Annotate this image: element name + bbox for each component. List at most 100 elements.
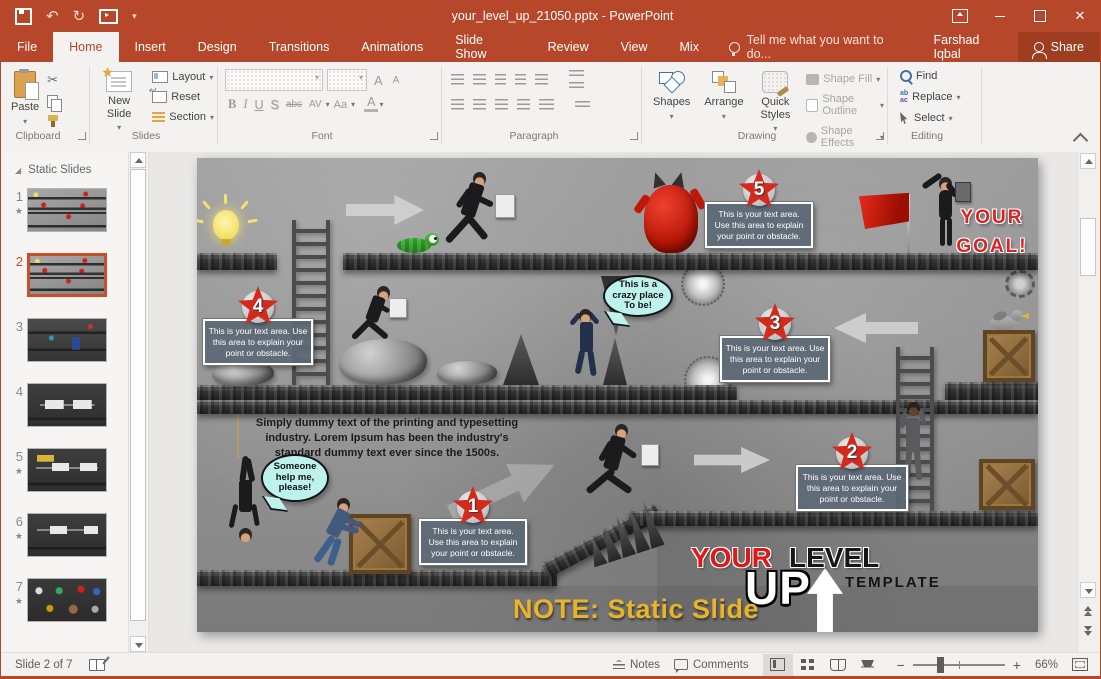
thumbnail-image-6[interactable]	[27, 513, 107, 557]
format-painter-button[interactable]	[47, 115, 59, 127]
save-icon[interactable]	[15, 7, 32, 25]
cut-button[interactable]: ✂	[47, 72, 59, 88]
zoom-in-button[interactable]: +	[1013, 658, 1021, 672]
fit-slide-to-window-button[interactable]	[1072, 658, 1088, 671]
close-button[interactable]: ✕	[1060, 0, 1100, 32]
minimize-button[interactable]	[980, 0, 1020, 32]
next-slide-button[interactable]	[1080, 624, 1096, 640]
slide-thumbnail-2[interactable]: 2	[1, 253, 148, 297]
undo-icon[interactable]: ↶	[46, 7, 59, 25]
previous-slide-button[interactable]	[1080, 604, 1096, 620]
comments-toggle[interactable]: Comments	[673, 659, 749, 673]
slide-sorter-view-button[interactable]	[793, 654, 823, 676]
collapse-ribbon-button[interactable]	[1072, 132, 1089, 149]
strikethrough-button[interactable]: abc	[283, 99, 305, 110]
thumbnail-image-5[interactable]	[27, 448, 107, 492]
replace-button[interactable]: ab ac Replace ▾	[897, 89, 981, 105]
zoom-slider[interactable]	[912, 656, 1005, 673]
convert-smartart-button[interactable]	[575, 101, 590, 108]
columns-button[interactable]	[539, 99, 554, 110]
scroll-up-button[interactable]	[1080, 153, 1096, 169]
slide-thumbnail-7[interactable]: 7 ★	[1, 578, 148, 622]
thumbnail-image-3[interactable]	[27, 318, 107, 362]
maximize-button[interactable]	[1020, 0, 1060, 32]
change-case-button[interactable]: Aa	[331, 99, 350, 111]
zoom-level[interactable]: 66%	[1035, 659, 1058, 671]
font-name-combo[interactable]	[225, 69, 323, 91]
thumbnail-image-2[interactable]	[27, 253, 107, 297]
paragraph-dialog-launcher[interactable]	[630, 132, 638, 140]
justify-button[interactable]	[517, 99, 530, 110]
scroll-down-button[interactable]	[1080, 582, 1096, 598]
speech-bubble-help-me[interactable]: Someone help me, please!	[261, 454, 329, 502]
tab-review[interactable]: Review	[532, 32, 605, 62]
slideshow-view-button[interactable]	[853, 654, 883, 676]
star-badge-3[interactable]: 3	[754, 303, 796, 343]
scroll-down-button[interactable]	[130, 636, 146, 652]
shrink-font-button[interactable]: A	[390, 75, 403, 86]
slide-thumbnail-1[interactable]: 1 ★	[1, 188, 148, 232]
share-button[interactable]: Share	[1017, 32, 1100, 62]
obstacle-textbox-1[interactable]: 1 This is your text area. Use this area …	[418, 486, 528, 567]
speech-bubble-crazy-place[interactable]: This is a crazy place To be!	[603, 275, 673, 317]
font-size-combo[interactable]	[327, 69, 367, 91]
decrease-indent-button[interactable]	[495, 74, 506, 85]
tab-mix[interactable]: Mix	[664, 32, 715, 62]
customize-qat-icon[interactable]: ▾	[132, 11, 137, 22]
layout-button[interactable]: Layout ▾	[149, 70, 217, 84]
font-dialog-launcher[interactable]	[430, 132, 438, 140]
scrollbar-thumb[interactable]	[130, 169, 146, 621]
tab-transitions[interactable]: Transitions	[253, 32, 346, 62]
select-button[interactable]: Select ▾	[897, 111, 981, 125]
your-goal-text[interactable]: YOUR GOAL!	[949, 203, 1035, 262]
redo-icon[interactable]: ↻	[73, 7, 86, 25]
star-badge-2[interactable]: 2	[831, 432, 873, 472]
line-spacing-button[interactable]	[535, 74, 548, 85]
slide-thumbnail-3[interactable]: 3	[1, 318, 148, 362]
align-text-button[interactable]	[569, 82, 584, 89]
shape-fill-button[interactable]: Shape Fill ▾	[803, 72, 887, 86]
clipboard-dialog-launcher[interactable]	[78, 132, 86, 140]
logo-template[interactable]: TEMPLATE	[845, 574, 941, 591]
text-direction-button[interactable]	[569, 70, 584, 77]
reading-view-button[interactable]	[823, 654, 853, 676]
font-color-button[interactable]: A	[364, 96, 379, 112]
tab-file[interactable]: File	[1, 32, 53, 62]
slide-editor[interactable]: This is a crazy place To be! Someone hel…	[197, 158, 1038, 632]
section-button[interactable]: Section ▾	[149, 110, 217, 124]
thumbnail-image-1[interactable]	[27, 188, 107, 232]
slide-canvas[interactable]: This is a crazy place To be! Someone hel…	[149, 152, 1078, 652]
slide-thumbnail-6[interactable]: 6 ★	[1, 513, 148, 557]
thumbnail-image-4[interactable]	[27, 383, 107, 427]
drawing-dialog-launcher[interactable]	[876, 132, 884, 140]
tab-design[interactable]: Design	[182, 32, 253, 62]
tab-animations[interactable]: Animations	[345, 32, 439, 62]
reset-button[interactable]: Reset	[148, 85, 217, 104]
text-shadow-button[interactable]: S	[268, 98, 282, 112]
find-button[interactable]: Find	[897, 69, 981, 83]
bullets-button[interactable]	[451, 74, 464, 85]
character-spacing-button[interactable]: AV	[306, 99, 325, 110]
align-center-button[interactable]	[473, 99, 486, 110]
proofing-icon[interactable]	[88, 658, 105, 671]
thumbnail-scrollbar[interactable]	[128, 152, 147, 652]
bold-button[interactable]: B	[225, 97, 239, 112]
star-badge-4[interactable]: 4	[237, 286, 279, 326]
tab-insert[interactable]: Insert	[119, 32, 182, 62]
note-static-slide[interactable]: NOTE: Static Slide	[513, 594, 759, 625]
obstacle-textbox-2[interactable]: 2 This is your text area. Use this area …	[795, 432, 909, 513]
copy-button[interactable]	[47, 95, 63, 112]
zoom-slider-thumb[interactable]	[936, 656, 944, 673]
canvas-scrollbar[interactable]	[1077, 152, 1100, 652]
tab-view[interactable]: View	[605, 32, 664, 62]
grow-font-button[interactable]: A	[371, 73, 386, 88]
start-slideshow-icon[interactable]	[99, 8, 119, 24]
tab-home[interactable]: Home	[53, 32, 119, 62]
star-badge-5[interactable]: 5	[738, 169, 780, 209]
zoom-out-button[interactable]: −	[897, 658, 905, 672]
obstacle-textbox-4[interactable]: 4 This is your text area. Use this area …	[202, 286, 314, 367]
section-expand-icon[interactable]: ◢	[15, 166, 21, 175]
thumbnail-image-7[interactable]	[27, 578, 107, 622]
ribbon-display-options-button[interactable]	[940, 0, 980, 32]
shape-outline-button[interactable]: Shape Outline ▾	[803, 92, 887, 118]
